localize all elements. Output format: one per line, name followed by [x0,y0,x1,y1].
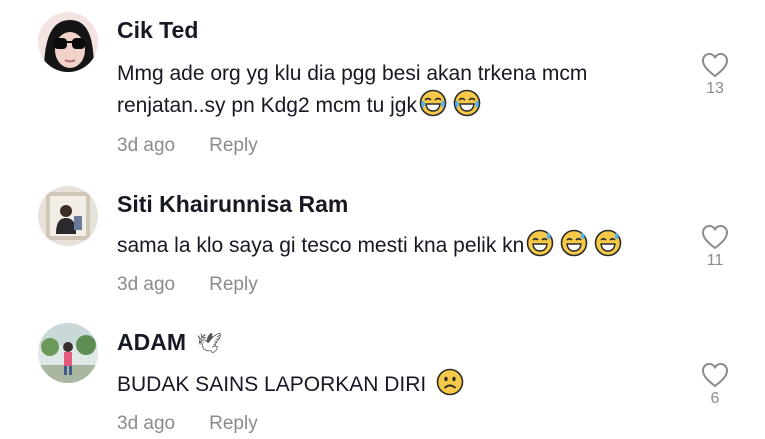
dove-icon: 🕊 [196,333,222,355]
heart-outline-icon [701,224,729,250]
sweat-smile-emoji [594,229,622,266]
like-count: 11 [706,252,724,269]
reply-button[interactable]: Reply [209,413,258,434]
comment-timestamp: 3d ago [117,413,176,434]
sweat-smile-emoji [526,229,554,266]
sweat-smile-emoji [560,229,588,266]
comment-text-line: BUDAK SAINS LAPORKAN DIRI [117,368,677,405]
comment-text-line: Mmg ade org yg klu dia pgg besi akan trk… [117,62,588,85]
avatar[interactable] [38,323,98,383]
laughing-tears-emoji [453,89,481,126]
comment-text-line-2: renjatan..sy pn Kdg2 mcm tu jgk [117,89,677,126]
avatar[interactable] [38,12,98,72]
comment-text: sama la klo saya gi tesco mesti kna peli… [117,229,677,266]
comment-text: Mmg ade org yg klu dia pgg besi akan trk… [117,58,677,126]
comment-author-name: ADAM [117,329,186,355]
laughing-tears-emoji [419,89,447,126]
comment-text-line-content: renjatan..sy pn Kdg2 mcm tu jgk [117,94,417,117]
like-button[interactable]: 11 [698,224,732,270]
comment-timestamp: 3d ago [117,135,176,156]
comment-author[interactable]: Siti Khairunnisa Ram [117,191,348,218]
like-button[interactable]: 6 [698,362,732,408]
comment-text-line-content: sama la klo saya gi tesco mesti kna peli… [117,234,525,257]
like-button[interactable]: 13 [698,52,732,98]
heart-outline-icon [701,362,729,388]
comment-meta: 3d ago Reply [117,135,258,157]
comment-timestamp: 3d ago [117,274,176,295]
like-count: 6 [710,390,720,407]
frowning-face-emoji [436,368,464,405]
reply-button[interactable]: Reply [209,274,258,295]
like-count: 13 [706,80,724,97]
reply-button[interactable]: Reply [209,135,258,156]
comment-text-line: sama la klo saya gi tesco mesti kna peli… [117,229,677,266]
comment-text: BUDAK SAINS LAPORKAN DIRI [117,368,677,405]
comment-author[interactable]: Cik Ted [117,17,198,44]
comment-text-line-content: BUDAK SAINS LAPORKAN DIRI [117,373,427,396]
heart-outline-icon [701,52,729,78]
comment-meta: 3d ago Reply [117,413,258,435]
avatar[interactable] [38,186,98,246]
comment-meta: 3d ago Reply [117,274,258,296]
comment-author[interactable]: ADAM 🕊 [117,329,222,356]
